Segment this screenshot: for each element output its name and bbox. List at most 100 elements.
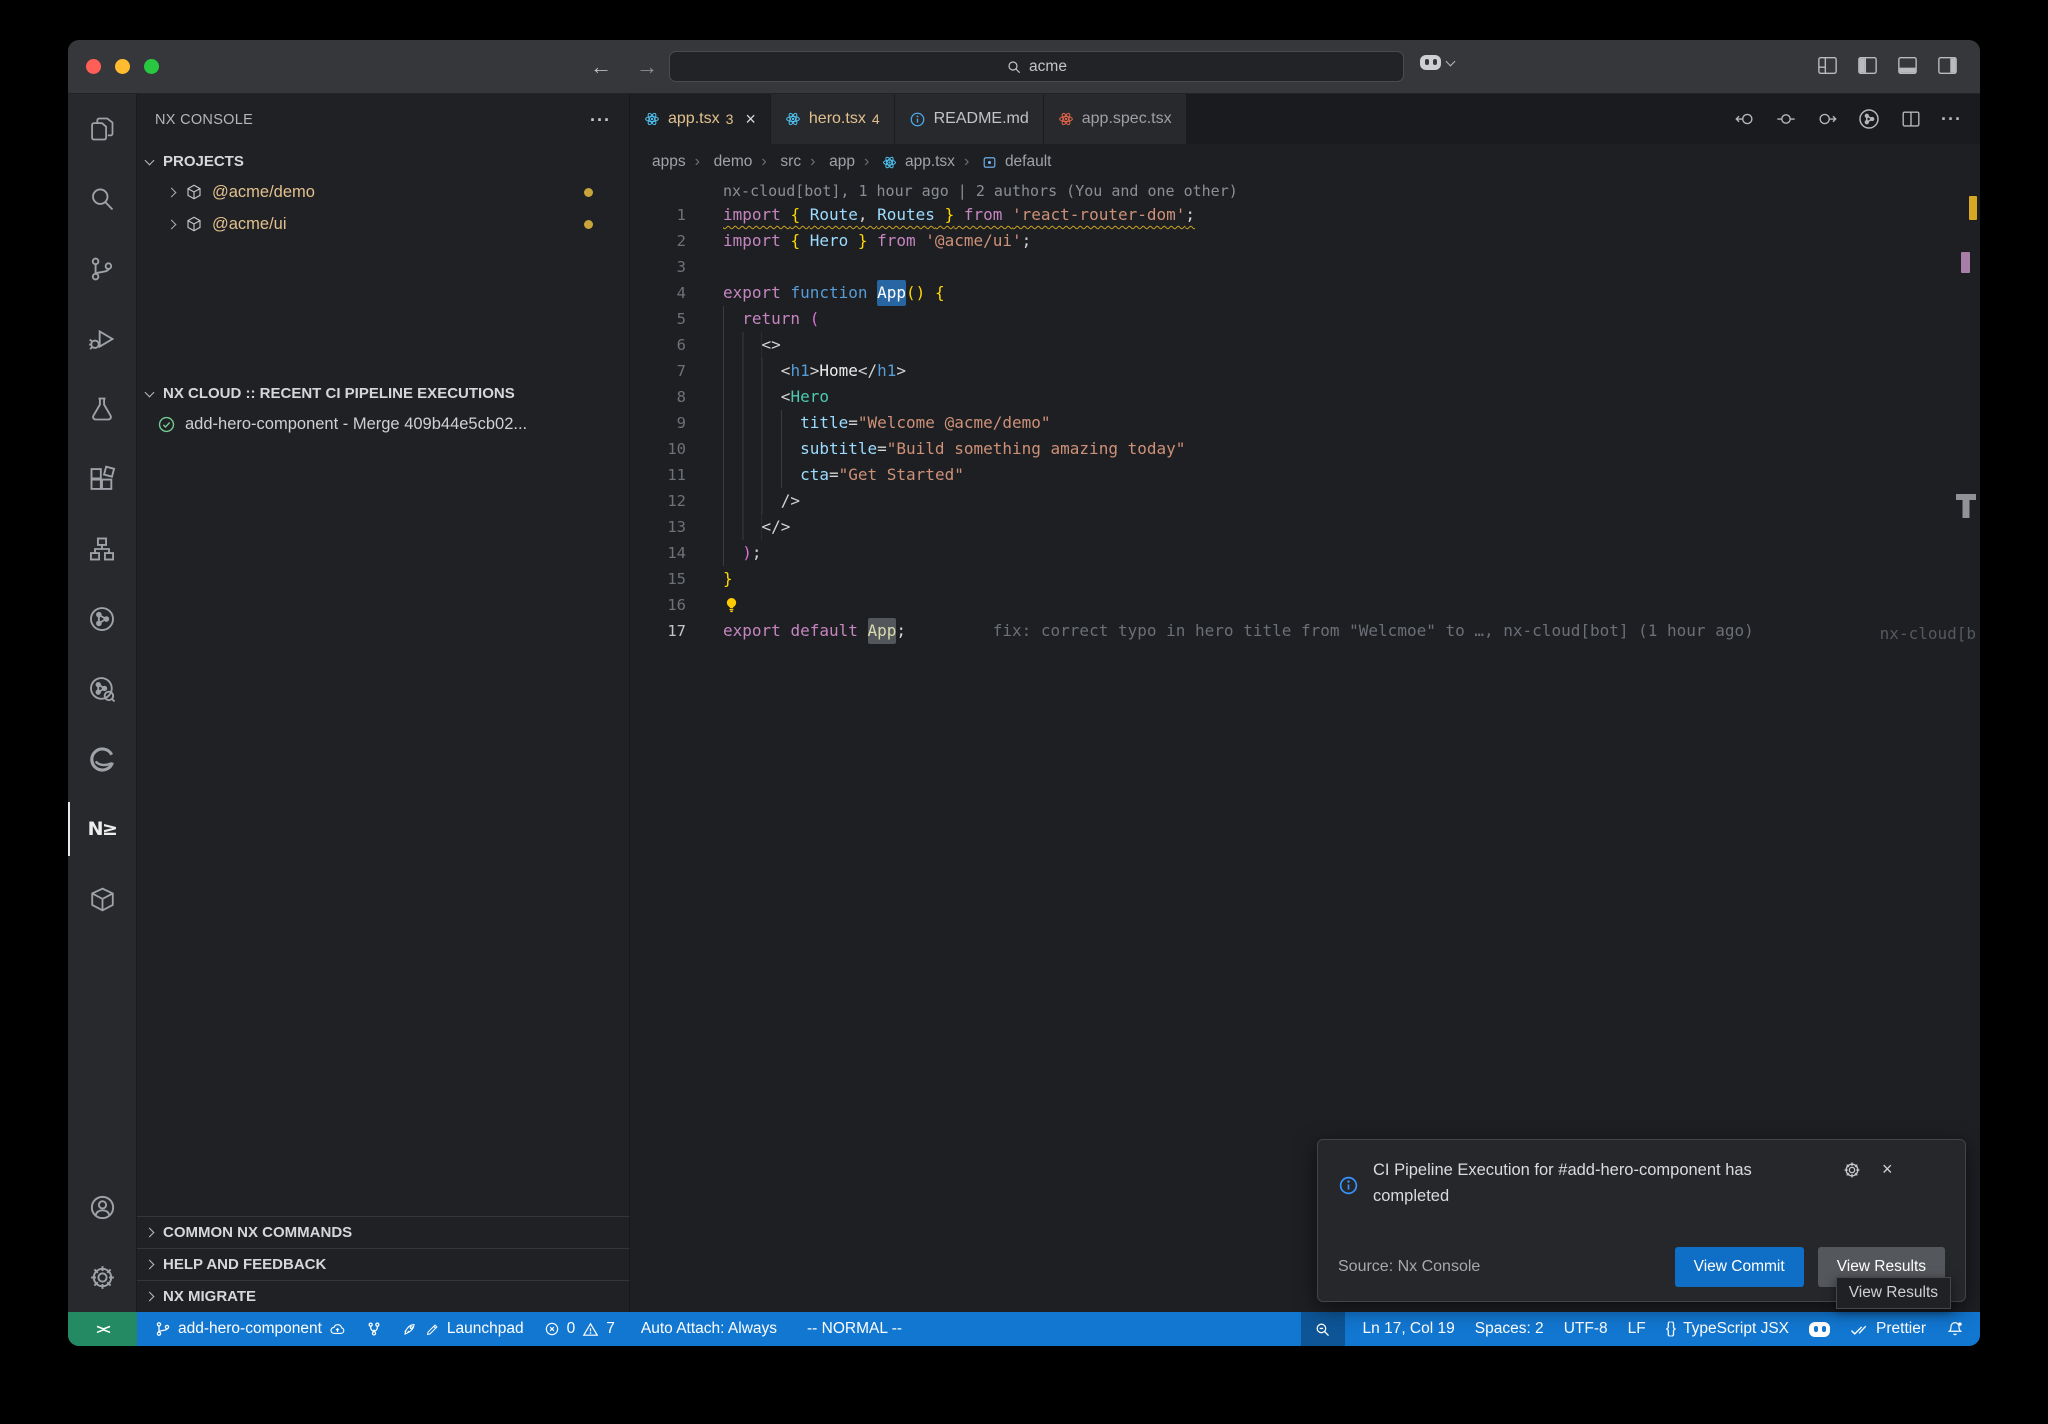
settings-button[interactable] <box>68 1242 136 1312</box>
section-nx-migrate[interactable]: NX MIGRATE <box>137 1280 629 1312</box>
pipeline-execution-item[interactable]: add-hero-component - Merge 409b44e5cb02.… <box>137 408 629 440</box>
code-line[interactable]: 11 cta="Get Started" <box>630 462 1980 488</box>
tab-app-tsx[interactable]: app.tsx 3 × <box>630 94 770 144</box>
zoom-window-button[interactable] <box>144 59 159 74</box>
nx-cloud-status[interactable] <box>356 1312 392 1346</box>
testing-tab[interactable] <box>68 374 136 444</box>
edge-tools-tab[interactable] <box>68 724 136 794</box>
toggle-panel-button[interactable] <box>1897 56 1918 75</box>
notifications-bell[interactable] <box>1936 1312 1980 1346</box>
encoding-status[interactable]: UTF-8 <box>1554 1312 1618 1346</box>
navigate-back-icon[interactable] <box>1734 108 1756 130</box>
code-line[interactable]: 8 <Hero <box>630 384 1980 410</box>
extensions-tab[interactable] <box>68 444 136 514</box>
package-icon <box>185 215 203 233</box>
code-line[interactable]: 6 <> <box>630 332 1980 358</box>
auto-attach-status[interactable]: Auto Attach: Always <box>631 1312 787 1346</box>
traffic-lights <box>86 59 159 74</box>
code-line[interactable]: 16 <box>630 592 1980 618</box>
code-line[interactable]: 7 <h1>Home</h1> <box>630 358 1980 384</box>
current-position-icon[interactable] <box>1775 108 1797 130</box>
code-line[interactable]: 2import { Hero } from '@acme/ui'; <box>630 228 1980 254</box>
section-help-and-feedback[interactable]: HELP AND FEEDBACK <box>137 1248 629 1280</box>
language-status[interactable]: {} TypeScript JSX <box>1656 1312 1799 1346</box>
breadcrumb-item[interactable]: demo <box>714 153 753 171</box>
section-common-nx-commands[interactable]: COMMON NX COMMANDS <box>137 1216 629 1248</box>
tab-readme-md[interactable]: README.md <box>895 94 1043 144</box>
git-branch-status[interactable]: add-hero-component <box>145 1312 356 1346</box>
more-editor-actions-button[interactable]: ··· <box>1941 109 1962 130</box>
tab-app-spec-tsx[interactable]: app.spec.tsx <box>1044 94 1186 144</box>
split-editor-icon[interactable] <box>1900 108 1922 130</box>
explorer-tab[interactable] <box>68 94 136 164</box>
code-line[interactable]: 3 <box>630 254 1980 280</box>
minimize-window-button[interactable] <box>115 59 130 74</box>
indentation-status[interactable]: Spaces: 2 <box>1465 1312 1554 1346</box>
project-item-acme-demo[interactable]: @acme/demo <box>137 176 629 208</box>
code-line[interactable]: 12 /> <box>630 488 1980 514</box>
customize-layout-button[interactable] <box>1817 56 1838 75</box>
graph-search-tab[interactable] <box>68 654 136 724</box>
close-tab-button[interactable]: × <box>745 110 756 128</box>
vim-mode-status[interactable]: -- NORMAL -- <box>797 1312 912 1346</box>
remote-indicator[interactable]: >< <box>68 1312 137 1346</box>
code-line[interactable]: 4export function App() { <box>630 280 1980 306</box>
lightbulb-icon[interactable] <box>723 596 740 615</box>
search-tab[interactable] <box>68 164 136 234</box>
graph-circle-tab[interactable] <box>68 584 136 654</box>
beaker-icon <box>88 395 116 423</box>
breadcrumb-item[interactable]: src <box>780 153 801 171</box>
accounts-button[interactable] <box>68 1172 136 1242</box>
copilot-status[interactable] <box>1799 1312 1840 1346</box>
double-check-icon <box>1850 1322 1869 1337</box>
breadcrumb-item[interactable]: app <box>829 153 855 171</box>
bell-icon <box>1946 1320 1964 1338</box>
breadcrumb: apps demo src app app.tsx default <box>630 144 1980 180</box>
line-number: 12 <box>630 488 686 514</box>
check-circle-icon <box>157 415 176 434</box>
notification-settings-button[interactable] <box>1842 1160 1862 1180</box>
tab-hero-tsx[interactable]: hero.tsx 4 <box>771 94 894 144</box>
run-debug-tab[interactable] <box>68 304 136 374</box>
navigate-forward-icon[interactable] <box>1816 108 1838 130</box>
package-tab[interactable] <box>68 864 136 934</box>
breadcrumb-item[interactable]: default <box>1005 153 1052 171</box>
code-line[interactable]: 15} <box>630 566 1980 592</box>
pencil-icon <box>425 1322 440 1337</box>
projects-section-header[interactable]: PROJECTS <box>137 146 629 176</box>
code-line[interactable]: 9 title="Welcome @acme/demo" <box>630 410 1980 436</box>
view-results-tooltip: View Results <box>1836 1277 1951 1309</box>
code-line[interactable]: 14 ); <box>630 540 1980 566</box>
view-commit-button[interactable]: View Commit <box>1675 1247 1804 1287</box>
toggle-primary-sidebar-button[interactable] <box>1857 56 1878 75</box>
command-center-search[interactable]: acme <box>669 51 1404 82</box>
code-line[interactable]: 17export default App;fix: correct typo i… <box>630 618 1980 644</box>
breadcrumb-item[interactable]: app.tsx <box>905 153 955 171</box>
problems-status[interactable]: 0 7 <box>534 1312 625 1346</box>
code-line[interactable]: 10 subtitle="Build something amazing tod… <box>630 436 1980 462</box>
history-forward-button[interactable]: → <box>636 54 658 80</box>
git-blame-header: nx-cloud[bot], 1 hour ago | 2 authors (Y… <box>723 180 1980 202</box>
breadcrumb-item[interactable]: apps <box>652 153 686 171</box>
close-window-button[interactable] <box>86 59 101 74</box>
toggle-secondary-sidebar-button[interactable] <box>1937 56 1958 75</box>
source-control-tab[interactable] <box>68 234 136 304</box>
history-back-button[interactable]: ← <box>590 54 612 80</box>
formatter-status[interactable]: Prettier <box>1840 1312 1936 1346</box>
notification-close-button[interactable]: × <box>1882 1160 1893 1178</box>
run-ci-icon[interactable] <box>1857 107 1881 131</box>
copilot-menu[interactable] <box>1420 55 1455 70</box>
project-item-acme-ui[interactable]: @acme/ui <box>137 208 629 240</box>
eol-status[interactable]: LF <box>1618 1312 1656 1346</box>
code-line[interactable]: 1import { Route, Routes } from 'react-ro… <box>630 202 1980 228</box>
breadcrumb-separator <box>810 153 820 171</box>
cursor-position-status[interactable]: Ln 17, Col 19 <box>1353 1312 1465 1346</box>
nx-console-tab[interactable]: N≥ <box>68 794 136 864</box>
zoom-indicator[interactable] <box>1301 1312 1345 1346</box>
code-line[interactable]: 5 return ( <box>630 306 1980 332</box>
launchpad-status[interactable]: Launchpad <box>392 1312 534 1346</box>
code-line[interactable]: 13 </> <box>630 514 1980 540</box>
nx-cloud-section-header[interactable]: NX CLOUD :: RECENT CI PIPELINE EXECUTION… <box>137 378 629 408</box>
nx-projects-tab[interactable] <box>68 514 136 584</box>
more-actions-button[interactable]: ··· <box>590 110 611 131</box>
